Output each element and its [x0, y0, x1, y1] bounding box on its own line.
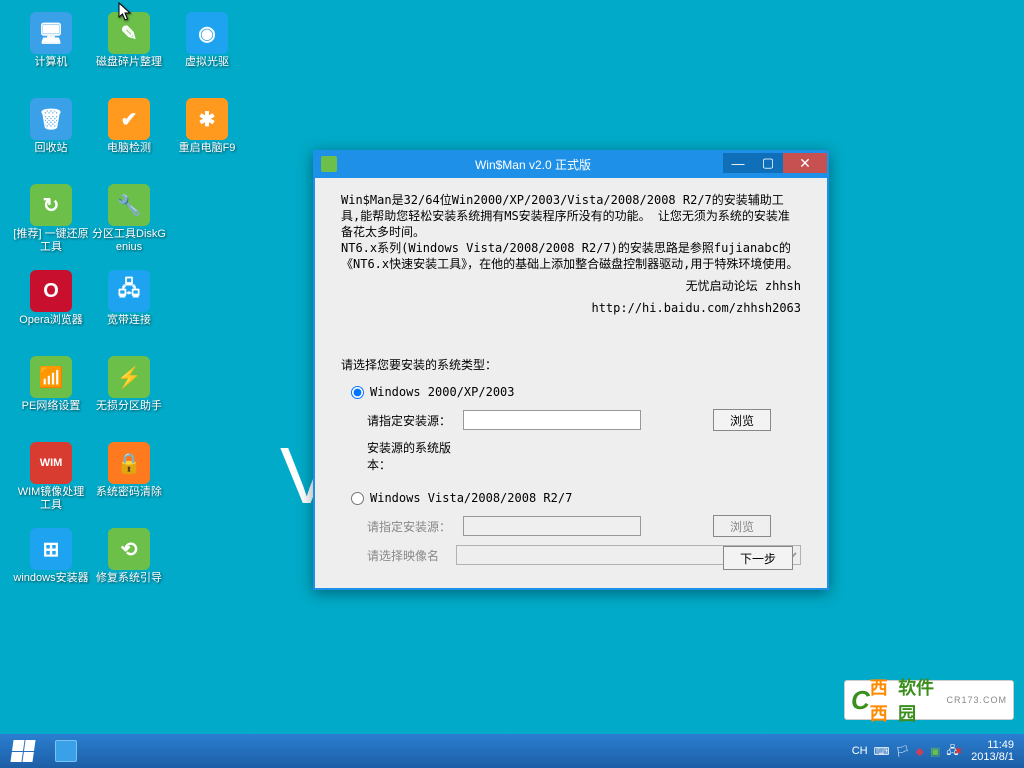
desktop-icon-label: 重启电脑F9: [179, 142, 236, 155]
source-input-1[interactable]: [463, 410, 641, 430]
desktop-icon-label: PE网络设置: [22, 400, 81, 413]
source-input-2: [463, 516, 641, 536]
desktop-icon-glyph: ◉: [186, 12, 228, 54]
tray-clock[interactable]: 11:49 2013/8/1: [971, 739, 1014, 763]
desktop-icon-label: 系统密码清除: [96, 486, 162, 499]
network-icon[interactable]: 🖧✖: [946, 742, 962, 761]
desktop-icon-1[interactable]: ✎ 磁盘碎片整理: [90, 8, 168, 94]
winman-dialog: Win$Man v2.0 正式版 — ▢ ✕ Win$Man是32/64位Win…: [313, 150, 829, 590]
desktop-icon-glyph: ⟲: [108, 528, 150, 570]
desktop-icon-19[interactable]: ⟲ 修复系统引导: [90, 524, 168, 610]
desktop-icon-glyph: ✱: [186, 98, 228, 140]
window-title: Win$Man v2.0 正式版: [343, 156, 723, 173]
desktop-icon-glyph: ↻: [30, 184, 72, 226]
desktop-icon-glyph: 🔧: [108, 184, 150, 226]
option-nt5: Windows 2000/XP/2003 请指定安装源： 浏览 安装源的系统版本…: [341, 385, 801, 473]
radio-nt5-label: Windows 2000/XP/2003: [370, 385, 515, 399]
desktop-icon-5[interactable]: ✱ 重启电脑F9: [168, 94, 246, 180]
desktop[interactable]: V 🖥计算机✎磁盘碎片整理◉虚拟光驱🗑回收站✔电脑检测✱重启电脑F9↻[推荐] …: [0, 0, 1024, 768]
desktop-icon-glyph: 📶: [30, 356, 72, 398]
tray-icon-1[interactable]: ◆: [915, 745, 923, 758]
next-button[interactable]: 下一步: [723, 546, 793, 570]
desktop-icon-10[interactable]: 🖧 宽带连接: [90, 266, 168, 352]
radio-nt6[interactable]: [351, 492, 364, 505]
desktop-icon-16[interactable]: 🔒 系统密码清除: [90, 438, 168, 524]
source-label-2: 请指定安装源：: [367, 518, 463, 535]
desktop-icon-glyph: 🔒: [108, 442, 150, 484]
desktop-icon-glyph: 🗑: [30, 98, 72, 140]
desktop-icon-12[interactable]: 📶 PE网络设置: [12, 352, 90, 438]
desktop-icon-7[interactable]: 🔧分区工具DiskGenius: [90, 180, 168, 266]
desktop-icon-label: 宽带连接: [107, 314, 151, 327]
desktop-icon-label: WIM镜像处理工具: [13, 486, 89, 512]
start-button[interactable]: [0, 734, 46, 768]
desktop-icon-6[interactable]: ↻[推荐] 一键还原工具: [12, 180, 90, 266]
desktop-icon-0[interactable]: 🖥 计算机: [12, 8, 90, 94]
tray-lang[interactable]: CH: [852, 745, 868, 757]
app-icon: [321, 156, 337, 172]
desktop-icon-18[interactable]: ⊞ windows安装器: [12, 524, 90, 610]
desktop-icon-label: [推荐] 一键还原工具: [13, 228, 89, 254]
taskbar[interactable]: CH ⌨ 🏳 ◆ ▣ 🖧✖ 11:49 2013/8/1: [0, 734, 1024, 768]
browse-button-2: 浏览: [713, 515, 771, 537]
windows-logo-icon: [10, 740, 35, 762]
desktop-icon-glyph: ✎: [108, 12, 150, 54]
desktop-icons: 🖥 计算机 ✎ 磁盘碎片整理 ◉ 虚拟光驱 🗑 回收站 ✔ 电脑检测 ✱ 重启电脑F9 ↻[推荐] 一键…: [12, 8, 246, 610]
minimize-button[interactable]: —: [723, 153, 753, 173]
maximize-button[interactable]: ▢: [753, 153, 783, 173]
desktop-icon-label: 磁盘碎片整理: [96, 56, 162, 69]
desktop-icon-glyph: ✔: [108, 98, 150, 140]
desktop-icon-glyph: ⊞: [30, 528, 72, 570]
desktop-icon-3[interactable]: 🗑 回收站: [12, 94, 90, 180]
desktop-icon-label: 回收站: [35, 142, 68, 155]
desktop-icon-glyph: 🖥: [30, 12, 72, 54]
browse-button-1[interactable]: 浏览: [713, 409, 771, 431]
desktop-icon-9[interactable]: O Opera浏览器: [12, 266, 90, 352]
desktop-icon-label: Opera浏览器: [19, 314, 83, 327]
desktop-icon-label: 计算机: [35, 56, 68, 69]
taskbar-app-1[interactable]: [46, 734, 86, 768]
image-name-label: 请选择映像名: [367, 547, 456, 564]
select-type-label: 请选择您要安装的系统类型：: [341, 356, 801, 373]
radio-nt6-label: Windows Vista/2008/2008 R2/7: [370, 491, 572, 505]
desktop-icon-4[interactable]: ✔ 电脑检测: [90, 94, 168, 180]
desktop-icon-label: 无损分区助手: [96, 400, 162, 413]
source-label-1: 请指定安装源：: [367, 412, 463, 429]
desktop-icon-2[interactable]: ◉ 虚拟光驱: [168, 8, 246, 94]
source-version-label: 安装源的系统版本：: [367, 439, 463, 473]
desktop-icon-label: 修复系统引导: [96, 572, 162, 585]
description-text: Win$Man是32/64位Win2000/XP/2003/Vista/2008…: [341, 192, 801, 316]
desktop-icon-label: 电脑检测: [107, 142, 151, 155]
system-tray[interactable]: CH ⌨ 🏳 ◆ ▣ 🖧✖ 11:49 2013/8/1: [849, 734, 1024, 768]
desktop-icon-15[interactable]: WIMWIM镜像处理工具: [12, 438, 90, 524]
radio-nt5[interactable]: [351, 386, 364, 399]
desktop-icon-glyph: WIM: [30, 442, 72, 484]
desktop-icon-label: 分区工具DiskGenius: [91, 228, 167, 254]
action-center-icon[interactable]: 🏳: [896, 745, 910, 758]
keyboard-icon[interactable]: ⌨: [874, 745, 890, 758]
tray-icon-2[interactable]: ▣: [930, 745, 940, 758]
titlebar[interactable]: Win$Man v2.0 正式版 — ▢ ✕: [315, 150, 827, 178]
desktop-icon-label: windows安装器: [13, 572, 88, 585]
watermark-logo: C西西软件园 CR173.COM: [844, 680, 1014, 720]
desktop-icon-13[interactable]: ⚡ 无损分区助手: [90, 352, 168, 438]
close-button[interactable]: ✕: [783, 153, 827, 173]
desktop-icon-glyph: O: [30, 270, 72, 312]
desktop-icon-label: 虚拟光驱: [185, 56, 229, 69]
desktop-icon-glyph: ⚡: [108, 356, 150, 398]
desktop-icon-glyph: 🖧: [108, 270, 150, 312]
